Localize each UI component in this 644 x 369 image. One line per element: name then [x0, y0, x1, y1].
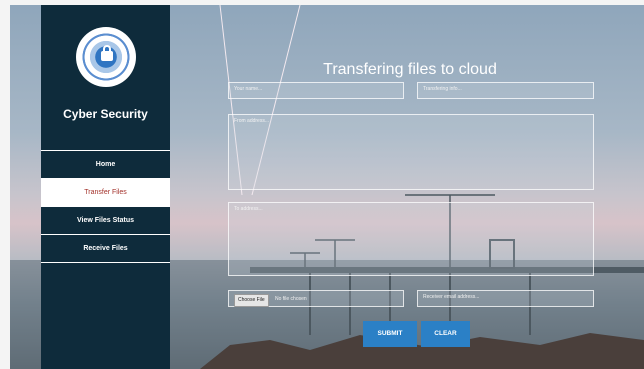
- choose-file-button[interactable]: Choose File: [234, 294, 269, 307]
- name-placeholder: Your name...: [234, 86, 263, 92]
- transfer-info-placeholder: Transfering info...: [423, 86, 462, 92]
- nav-item-home[interactable]: Home: [41, 150, 170, 178]
- name-input[interactable]: Your name...: [228, 82, 404, 99]
- file-upload-field: Choose File No file chosen: [228, 290, 404, 307]
- transfer-info-input[interactable]: Transfering info...: [417, 82, 594, 99]
- to-address-textarea[interactable]: To address...: [228, 202, 594, 276]
- lock-icon: [101, 45, 113, 61]
- sidebar-nav: Home Transfer Files View Files Status Re…: [41, 150, 170, 263]
- brand-name: Cyber Security: [63, 107, 148, 121]
- clear-button[interactable]: CLEAR: [421, 321, 470, 347]
- receiver-email-placeholder: Receiver email address...: [423, 294, 480, 300]
- nav-item-receive-files[interactable]: Receive Files: [41, 234, 170, 262]
- to-address-placeholder: To address...: [234, 206, 263, 212]
- nav-item-view-files-status[interactable]: View Files Status: [41, 206, 170, 234]
- cyber-security-logo: [76, 27, 136, 87]
- submit-button[interactable]: SUBMIT: [363, 321, 417, 347]
- nav-item-transfer-files[interactable]: Transfer Files: [41, 178, 170, 206]
- sidebar: Cyber Security Home Transfer Files View …: [41, 5, 170, 369]
- file-status-text: No file chosen: [275, 296, 307, 302]
- receiver-email-input[interactable]: Receiver email address...: [417, 290, 594, 307]
- from-address-textarea[interactable]: From address...: [228, 114, 594, 190]
- page-title: Transfering files to cloud: [323, 61, 497, 78]
- from-address-placeholder: From address...: [234, 118, 270, 124]
